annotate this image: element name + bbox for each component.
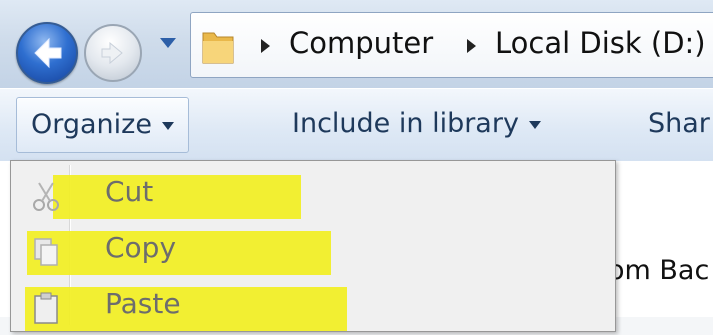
menu-item-label: Copy	[105, 231, 177, 264]
chevron-down-icon	[161, 121, 174, 130]
yellow-highlight	[25, 287, 347, 331]
clipboard-icon	[34, 292, 58, 324]
folder-icon	[202, 32, 234, 64]
menu-item-label: Cut	[105, 175, 154, 208]
menu-item-copy[interactable]: Copy	[11, 223, 615, 279]
forward-button[interactable]	[84, 24, 142, 82]
menu-item-label: Paste	[105, 287, 181, 320]
yellow-highlight	[53, 175, 301, 219]
address-bar[interactable]: Computer Local Disk (D:)	[190, 12, 713, 78]
share-label: Shar	[648, 108, 710, 139]
yellow-highlight	[27, 231, 331, 275]
command-bar: Organize Include in library Shar	[0, 88, 713, 162]
file-list-item[interactable]: om Bac	[608, 255, 709, 286]
copy-icon	[34, 238, 58, 266]
breadcrumb-computer[interactable]: Computer	[289, 26, 433, 60]
breadcrumb-separator-icon[interactable]	[261, 39, 270, 53]
organize-button[interactable]: Organize	[16, 97, 189, 153]
organize-menu: Cut Copy Paste	[10, 160, 616, 332]
menu-item-paste[interactable]: Paste	[11, 279, 615, 335]
menu-item-cut[interactable]: Cut	[11, 167, 615, 223]
back-arrow-icon	[34, 37, 62, 69]
chevron-down-icon	[528, 120, 541, 129]
breadcrumb-separator-icon[interactable]	[467, 39, 476, 53]
organize-label: Organize	[31, 109, 152, 140]
include-in-library-label: Include in library	[292, 108, 519, 139]
recent-pages-dropdown[interactable]	[160, 38, 176, 48]
forward-arrow-icon	[101, 41, 123, 65]
scissors-icon	[33, 182, 59, 211]
navigation-bar: Computer Local Disk (D:)	[0, 0, 713, 88]
breadcrumb-local-disk[interactable]: Local Disk (D:)	[495, 26, 706, 60]
back-button[interactable]	[16, 22, 78, 84]
include-in-library-button[interactable]: Include in library	[278, 97, 555, 151]
share-button[interactable]: Shar	[634, 97, 713, 151]
